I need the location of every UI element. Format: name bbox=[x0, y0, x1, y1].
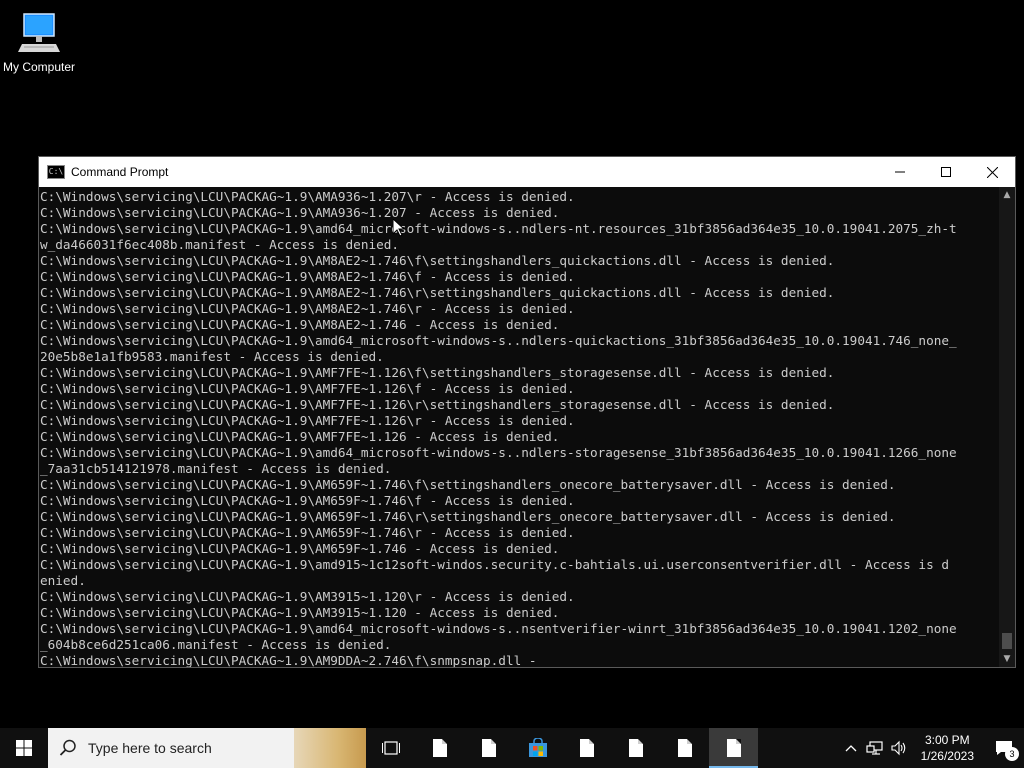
taskbar-app-store[interactable] bbox=[513, 728, 562, 768]
console-line: enied. bbox=[40, 573, 86, 588]
console-line: C:\Windows\servicing\LCU\PACKAG~1.9\AM65… bbox=[40, 477, 896, 492]
cmd-icon: C:\ bbox=[47, 165, 65, 179]
taskbar-app-document-5[interactable] bbox=[660, 728, 709, 768]
command-prompt-window[interactable]: C:\ Command Prompt C:\Windows\servicing\… bbox=[38, 156, 1016, 668]
console-line: 20e5b8e1a1fb9583.manifest - Access is de… bbox=[40, 349, 384, 364]
clock-date: 1/26/2023 bbox=[920, 749, 974, 763]
maximize-button[interactable] bbox=[923, 157, 969, 187]
document-icon bbox=[726, 739, 741, 757]
console-line: C:\Windows\servicing\LCU\PACKAG~1.9\AM65… bbox=[40, 493, 575, 508]
console-output[interactable]: C:\Windows\servicing\LCU\PACKAG~1.9\AMA9… bbox=[39, 187, 999, 667]
minimize-icon bbox=[895, 171, 905, 173]
close-button[interactable] bbox=[969, 157, 1015, 187]
desktop-icon-my-computer[interactable]: My Computer bbox=[0, 8, 78, 74]
clock-time: 3:00 PM bbox=[924, 733, 970, 747]
console-line: C:\Windows\servicing\LCU\PACKAG~1.9\amd6… bbox=[40, 621, 957, 636]
notification-count-badge: 3 bbox=[1005, 747, 1019, 761]
taskbar-app-document-3[interactable] bbox=[562, 728, 611, 768]
console-line: _7aa31cb514121978.manifest - Access is d… bbox=[40, 461, 392, 476]
console-line: C:\Windows\servicing\LCU\PACKAG~1.9\amd6… bbox=[40, 333, 957, 348]
console-line: C:\Windows\servicing\LCU\PACKAG~1.9\AM39… bbox=[40, 605, 560, 620]
console-line: C:\Windows\servicing\LCU\PACKAG~1.9\AM39… bbox=[40, 589, 575, 604]
taskbar-app-document-2[interactable] bbox=[464, 728, 513, 768]
console-line: C:\Windows\servicing\LCU\PACKAG~1.9\AM9D… bbox=[40, 653, 537, 667]
console-line: C:\Windows\servicing\LCU\PACKAG~1.9\AM8A… bbox=[40, 317, 560, 332]
console-line: C:\Windows\servicing\LCU\PACKAG~1.9\AM8A… bbox=[40, 269, 575, 284]
console-line: C:\Windows\servicing\LCU\PACKAG~1.9\AM65… bbox=[40, 541, 560, 556]
search-placeholder: Type here to search bbox=[88, 740, 212, 756]
chevron-up-icon[interactable] bbox=[839, 744, 863, 752]
computer-icon bbox=[18, 10, 60, 58]
volume-icon[interactable] bbox=[887, 740, 911, 756]
console-line: C:\Windows\servicing\LCU\PACKAG~1.9\AMF7… bbox=[40, 429, 560, 444]
console-line: C:\Windows\servicing\LCU\PACKAG~1.9\amd6… bbox=[40, 445, 957, 460]
close-icon bbox=[986, 166, 998, 178]
taskbar: Type here to search 3:00 PM 1/26/2023 3 bbox=[0, 728, 1024, 768]
taskbar-clock[interactable]: 3:00 PM 1/26/2023 bbox=[911, 732, 984, 764]
console-line: C:\Windows\servicing\LCU\PACKAG~1.9\AM8A… bbox=[40, 301, 575, 316]
console-line: C:\Windows\servicing\LCU\PACKAG~1.9\AMF7… bbox=[40, 365, 835, 380]
console-line: _604b8ce6d251ca06.manifest - Access is d… bbox=[40, 637, 392, 652]
notification-center-button[interactable]: 3 bbox=[984, 728, 1024, 768]
system-tray: 3:00 PM 1/26/2023 3 bbox=[839, 728, 1024, 768]
document-icon bbox=[677, 739, 692, 757]
console-line: C:\Windows\servicing\LCU\PACKAG~1.9\AMF7… bbox=[40, 381, 575, 396]
scroll-up-icon[interactable]: ▲ bbox=[999, 187, 1015, 203]
console-line: C:\Windows\servicing\LCU\PACKAG~1.9\AM8A… bbox=[40, 285, 835, 300]
console-line: C:\Windows\servicing\LCU\PACKAG~1.9\AM65… bbox=[40, 525, 575, 540]
scroll-down-icon[interactable]: ▼ bbox=[999, 651, 1015, 667]
desktop-icon-label: My Computer bbox=[2, 60, 76, 74]
document-icon bbox=[481, 739, 496, 757]
console-line: C:\Windows\servicing\LCU\PACKAG~1.9\AMF7… bbox=[40, 397, 835, 412]
document-icon bbox=[628, 739, 643, 757]
document-icon bbox=[579, 739, 594, 757]
console-line: C:\Windows\servicing\LCU\PACKAG~1.9\AM8A… bbox=[40, 253, 835, 268]
search-highlight-image bbox=[294, 728, 366, 768]
console-line: C:\Windows\servicing\LCU\PACKAG~1.9\AM65… bbox=[40, 509, 896, 524]
console-line: C:\Windows\servicing\LCU\PACKAG~1.9\AMA9… bbox=[40, 205, 560, 220]
taskbar-app-document-4[interactable] bbox=[611, 728, 660, 768]
scroll-thumb[interactable] bbox=[1002, 633, 1012, 649]
search-icon bbox=[48, 739, 88, 757]
vertical-scrollbar[interactable]: ▲ ▼ bbox=[999, 187, 1015, 667]
store-icon bbox=[528, 738, 547, 757]
maximize-icon bbox=[941, 167, 951, 177]
console-line: C:\Windows\servicing\LCU\PACKAG~1.9\amd9… bbox=[40, 557, 949, 572]
window-title: Command Prompt bbox=[71, 165, 169, 179]
task-view-icon bbox=[381, 741, 400, 755]
taskbar-app-document-1[interactable] bbox=[415, 728, 464, 768]
document-icon bbox=[432, 739, 447, 757]
console-line: w_da466031f6ec408b.manifest - Access is … bbox=[40, 237, 400, 252]
taskbar-app-document-active[interactable] bbox=[709, 728, 758, 768]
console-line: C:\Windows\servicing\LCU\PACKAG~1.9\amd6… bbox=[40, 221, 957, 236]
network-icon[interactable] bbox=[863, 740, 887, 756]
start-button[interactable] bbox=[0, 728, 48, 768]
task-view-button[interactable] bbox=[366, 728, 415, 768]
windows-logo-icon bbox=[16, 740, 32, 756]
minimize-button[interactable] bbox=[877, 157, 923, 187]
window-titlebar[interactable]: C:\ Command Prompt bbox=[39, 157, 1015, 187]
console-line: C:\Windows\servicing\LCU\PACKAG~1.9\AMA9… bbox=[40, 189, 575, 204]
mouse-cursor-icon bbox=[393, 219, 405, 237]
taskbar-search-box[interactable]: Type here to search bbox=[48, 728, 366, 768]
console-line: C:\Windows\servicing\LCU\PACKAG~1.9\AMF7… bbox=[40, 413, 575, 428]
